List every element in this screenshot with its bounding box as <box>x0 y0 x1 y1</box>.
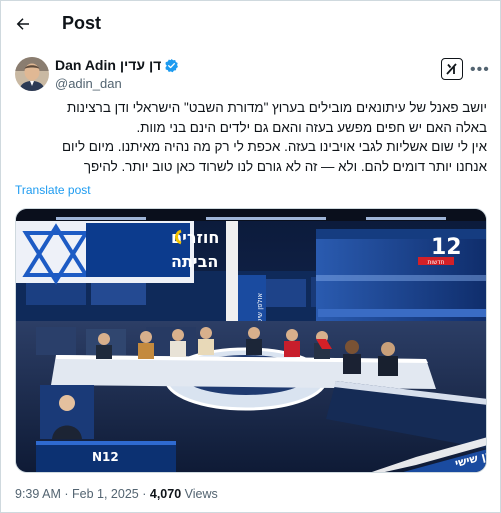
author-block: Dan Adin דן עדין @adin_dan <box>55 57 179 91</box>
meta-separator: · <box>142 487 147 501</box>
channel-sub-label: חדשות <box>427 259 444 266</box>
avatar[interactable] <box>15 57 49 91</box>
post-date[interactable]: Feb 1, 2025 <box>72 487 139 501</box>
post-media-image[interactable]: 12 חדשות חוזרים הביתה אולפן שישי N12 אול… <box>15 208 487 473</box>
post-meta: 9:39 AM · Feb 1, 2025 · 4,070 Views <box>15 487 218 501</box>
corner-badge: N12 <box>92 450 119 464</box>
channel-logo: 12 <box>431 235 462 260</box>
post-time[interactable]: 9:39 AM <box>15 487 61 501</box>
meta-separator: · <box>64 487 69 501</box>
banner-line-2: הביתה <box>171 252 218 271</box>
grok-icon[interactable] <box>441 58 463 80</box>
views-label: Views <box>184 487 218 501</box>
page-title: Post <box>62 13 102 33</box>
studio-pillar-text: אולפן שישי <box>256 293 264 325</box>
post-line: באלה האם יש חפים מפשע בעזה והאם גם ילדים… <box>136 119 487 135</box>
post-line: יושב פאנל של עיתונאים מובילים בערוץ "מדו… <box>66 100 487 115</box>
arrow-left-icon[interactable] <box>11 12 35 36</box>
verified-badge-icon <box>164 58 179 73</box>
post-text: יושב פאנל של עיתונאים מובילים בערוץ "מדו… <box>15 98 487 176</box>
author-handle[interactable]: @adin_dan <box>55 76 179 91</box>
post-header: Post <box>1 1 501 47</box>
more-icon[interactable]: ••• <box>470 61 490 79</box>
post-line: אין לי שום אשליות לגבי אויבינו בעזה. אכפ… <box>61 139 487 154</box>
author-display-name[interactable]: Dan Adin דן עדין <box>55 57 161 73</box>
translate-post-link[interactable]: Translate post <box>15 183 91 197</box>
post-frame: Post Dan Adin דן עדין @adin_dan ••• יושב… <box>0 0 501 513</box>
views-count: 4,070 <box>149 487 182 501</box>
post-line: אנחנו יותר דומים להם. ולא — זה לא גורם ל… <box>83 158 487 174</box>
